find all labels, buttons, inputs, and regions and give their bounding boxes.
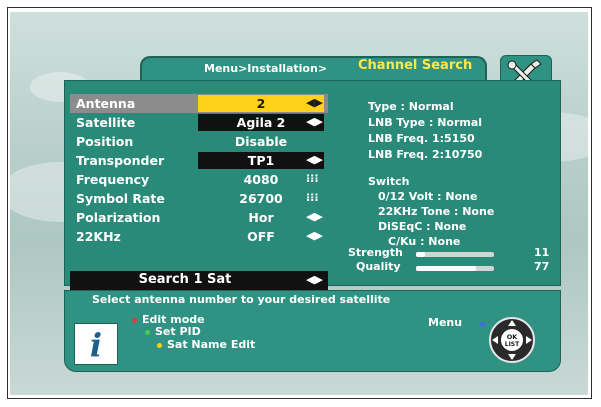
switch-title: Switch [368, 175, 410, 188]
search-sat-button[interactable]: Search 1 Sat ◀▶ [70, 271, 328, 290]
polarization-label: Polarization [76, 210, 161, 225]
symbol-rate-label: Symbol Rate [76, 191, 165, 206]
22khz-arrows-icon[interactable]: ◀▶ [306, 229, 323, 242]
strength-bar [416, 252, 494, 257]
polarization-arrows-icon[interactable]: ◀▶ [306, 210, 323, 223]
set-pid-label: Set PID [155, 325, 201, 338]
antenna-arrows-icon[interactable]: ◀▶ [306, 96, 323, 109]
sat-name-edit-label: Sat Name Edit [167, 338, 256, 351]
satellite-row[interactable]: Satellite Agila 2 ◀▶ [70, 113, 328, 132]
search-arrows-icon[interactable]: ◀▶ [306, 273, 323, 286]
help-hint: Select antenna number to your desired sa… [92, 293, 391, 306]
diseqc-info: DiSEqC : None [378, 220, 467, 233]
polarization-row[interactable]: Polarization Hor ◀▶ [70, 208, 328, 227]
breadcrumb: Menu>Installation> [204, 62, 328, 75]
type-info: Type : Normal [368, 100, 454, 113]
strength-value: 11 [534, 246, 550, 259]
frequency-row[interactable]: Frequency 4080 ⁝⁝⁝ [70, 170, 328, 189]
page-title: Channel Search [358, 58, 473, 73]
yellow-dot-icon [157, 342, 162, 348]
green-dot-icon [145, 329, 150, 335]
position-row[interactable]: Position Disable [70, 132, 328, 151]
antenna-row[interactable]: Antenna 2 ◀▶ [70, 94, 328, 113]
quality-value: 77 [534, 260, 550, 273]
quality-bar [416, 266, 494, 271]
menu-key-label: Menu [428, 316, 463, 329]
transponder-row[interactable]: Transponder TP1 ◀▶ [70, 151, 328, 170]
tone-info: 22KHz Tone : None [378, 205, 495, 218]
lnb-freq2-info: LNB Freq. 2:10750 [368, 148, 483, 161]
strength-fill [416, 252, 425, 257]
set-pid-legend: Set PID [145, 325, 201, 338]
sat-name-edit-legend: Sat Name Edit [157, 338, 255, 351]
antenna-label: Antenna [76, 96, 136, 111]
lnb-type-info: LNB Type : Normal [368, 116, 483, 129]
red-dot-icon [132, 317, 137, 323]
satellite-label: Satellite [76, 115, 136, 130]
satellite-arrows-icon[interactable]: ◀▶ [306, 115, 323, 128]
transponder-arrows-icon[interactable]: ◀▶ [306, 153, 323, 166]
position-label: Position [76, 134, 134, 149]
keypad-icon[interactable]: ⁝⁝⁝ [306, 191, 319, 204]
volt-info: 0/12 Volt : None [378, 190, 478, 203]
search-sat-label: Search 1 Sat [138, 272, 232, 287]
ok-list-navpad-icon[interactable]: OK LIST [488, 316, 536, 364]
quality-label: Quality [356, 260, 401, 273]
settings-list: Antenna 2 ◀▶ Satellite Agila 2 ◀▶ Positi… [70, 94, 328, 246]
blue-dot-icon [480, 322, 485, 327]
strength-label: Strength [348, 246, 403, 259]
keypad-icon[interactable]: ⁝⁝⁝ [306, 172, 319, 185]
lnb-freq1-info: LNB Freq. 1:5150 [368, 132, 475, 145]
22khz-label: 22KHz [76, 229, 121, 244]
quality-fill [416, 266, 477, 271]
ok-label: OK [507, 333, 519, 341]
22khz-row[interactable]: 22KHz OFF ◀▶ [70, 227, 328, 246]
info-icon: i [74, 323, 118, 365]
frequency-label: Frequency [76, 172, 150, 187]
position-value[interactable]: Disable [198, 133, 324, 150]
list-label: LIST [505, 341, 520, 348]
transponder-label: Transponder [76, 153, 165, 168]
symbol-rate-row[interactable]: Symbol Rate 26700 ⁝⁝⁝ [70, 189, 328, 208]
